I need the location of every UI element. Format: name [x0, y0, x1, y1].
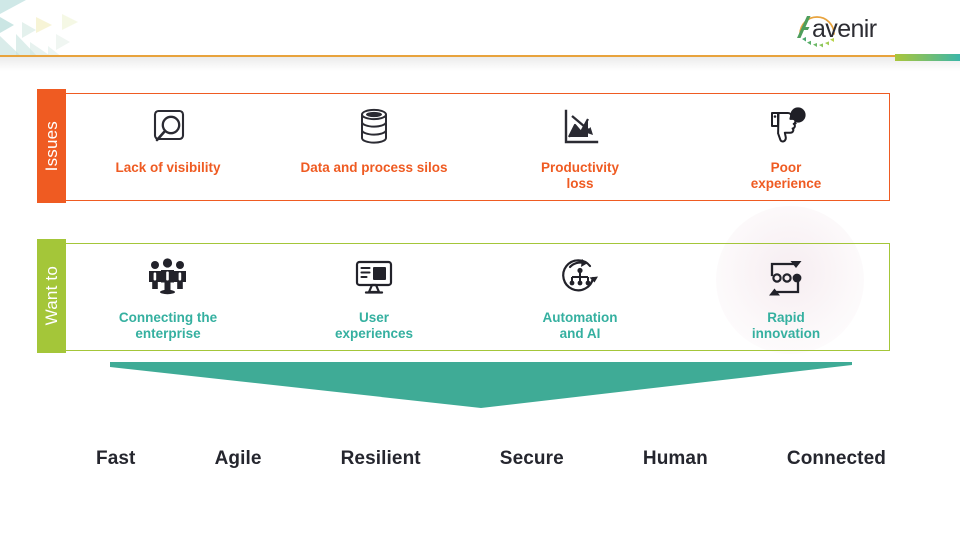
want-label: Connecting the enterprise	[118, 310, 218, 341]
want-item-rapid-innovation[interactable]: Rapid innovation	[683, 244, 889, 350]
want-item-connecting-the-enterprise[interactable]: Connecting the enterprise	[65, 244, 271, 350]
outcome-words-row: Fast Agile Resilient Secure Human Connec…	[96, 448, 886, 470]
logo-wordmark: avenir	[797, 15, 877, 43]
issue-item-lack-of-visibility[interactable]: Lack of visibility	[65, 94, 271, 200]
issues-row-tab: Issues	[37, 89, 66, 203]
svg-text:avenir: avenir	[812, 15, 877, 43]
issues-row-box: Lack of visibility Data and process silo…	[64, 93, 890, 201]
declining-chart-icon	[558, 102, 602, 154]
outcome-word: Fast	[96, 448, 136, 469]
outcome-word: Secure	[499, 448, 564, 469]
want-label: User experiences	[334, 310, 414, 341]
corner-triangle-decoration	[0, 0, 120, 58]
outcome-word: Connected	[786, 448, 886, 469]
issue-label: Data and process silos	[300, 160, 448, 175]
header-shadow	[0, 57, 960, 71]
issue-item-productivity-loss[interactable]: Productivity loss	[477, 94, 683, 200]
want-to-tab-label: Want to	[41, 266, 61, 326]
want-label: Rapid innovation	[751, 310, 821, 341]
want-to-row-tab: Want to	[37, 239, 66, 353]
header-accent-gradient	[895, 54, 960, 61]
issue-label: Poor experience	[750, 160, 822, 191]
outcome-word: Human	[642, 448, 708, 469]
thumbs-down-speech-bubble-icon	[762, 102, 810, 154]
aavenir-logo: avenir	[792, 4, 904, 52]
slide-canvas: avenir Issues Lack of visibility Data an…	[0, 0, 960, 540]
down-arrow-banner	[110, 362, 852, 410]
database-stack-icon	[352, 102, 396, 154]
group-of-people-icon	[144, 252, 192, 304]
issue-item-poor-experience[interactable]: Poor experience	[683, 94, 889, 200]
want-to-row-box: Connecting the enterprise User experienc…	[64, 243, 890, 351]
outcome-word: Resilient	[340, 448, 421, 469]
issues-tab-label: Issues	[41, 120, 61, 172]
want-item-automation-and-ai[interactable]: Automation and AI	[477, 244, 683, 350]
monitor-screen-icon	[352, 252, 396, 304]
want-label: Automation and AI	[542, 310, 618, 341]
outcome-word: Agile	[214, 448, 262, 469]
issue-label: Lack of visibility	[115, 160, 221, 175]
rapid-loop-dots-icon	[762, 252, 810, 304]
issue-item-data-and-process-silos[interactable]: Data and process silos	[271, 94, 477, 200]
want-item-user-experiences[interactable]: User experiences	[271, 244, 477, 350]
header-rule	[0, 55, 898, 57]
magnifier-in-square-icon	[146, 102, 190, 154]
issue-label: Productivity loss	[540, 160, 619, 191]
automation-cycle-hierarchy-icon	[557, 252, 603, 304]
